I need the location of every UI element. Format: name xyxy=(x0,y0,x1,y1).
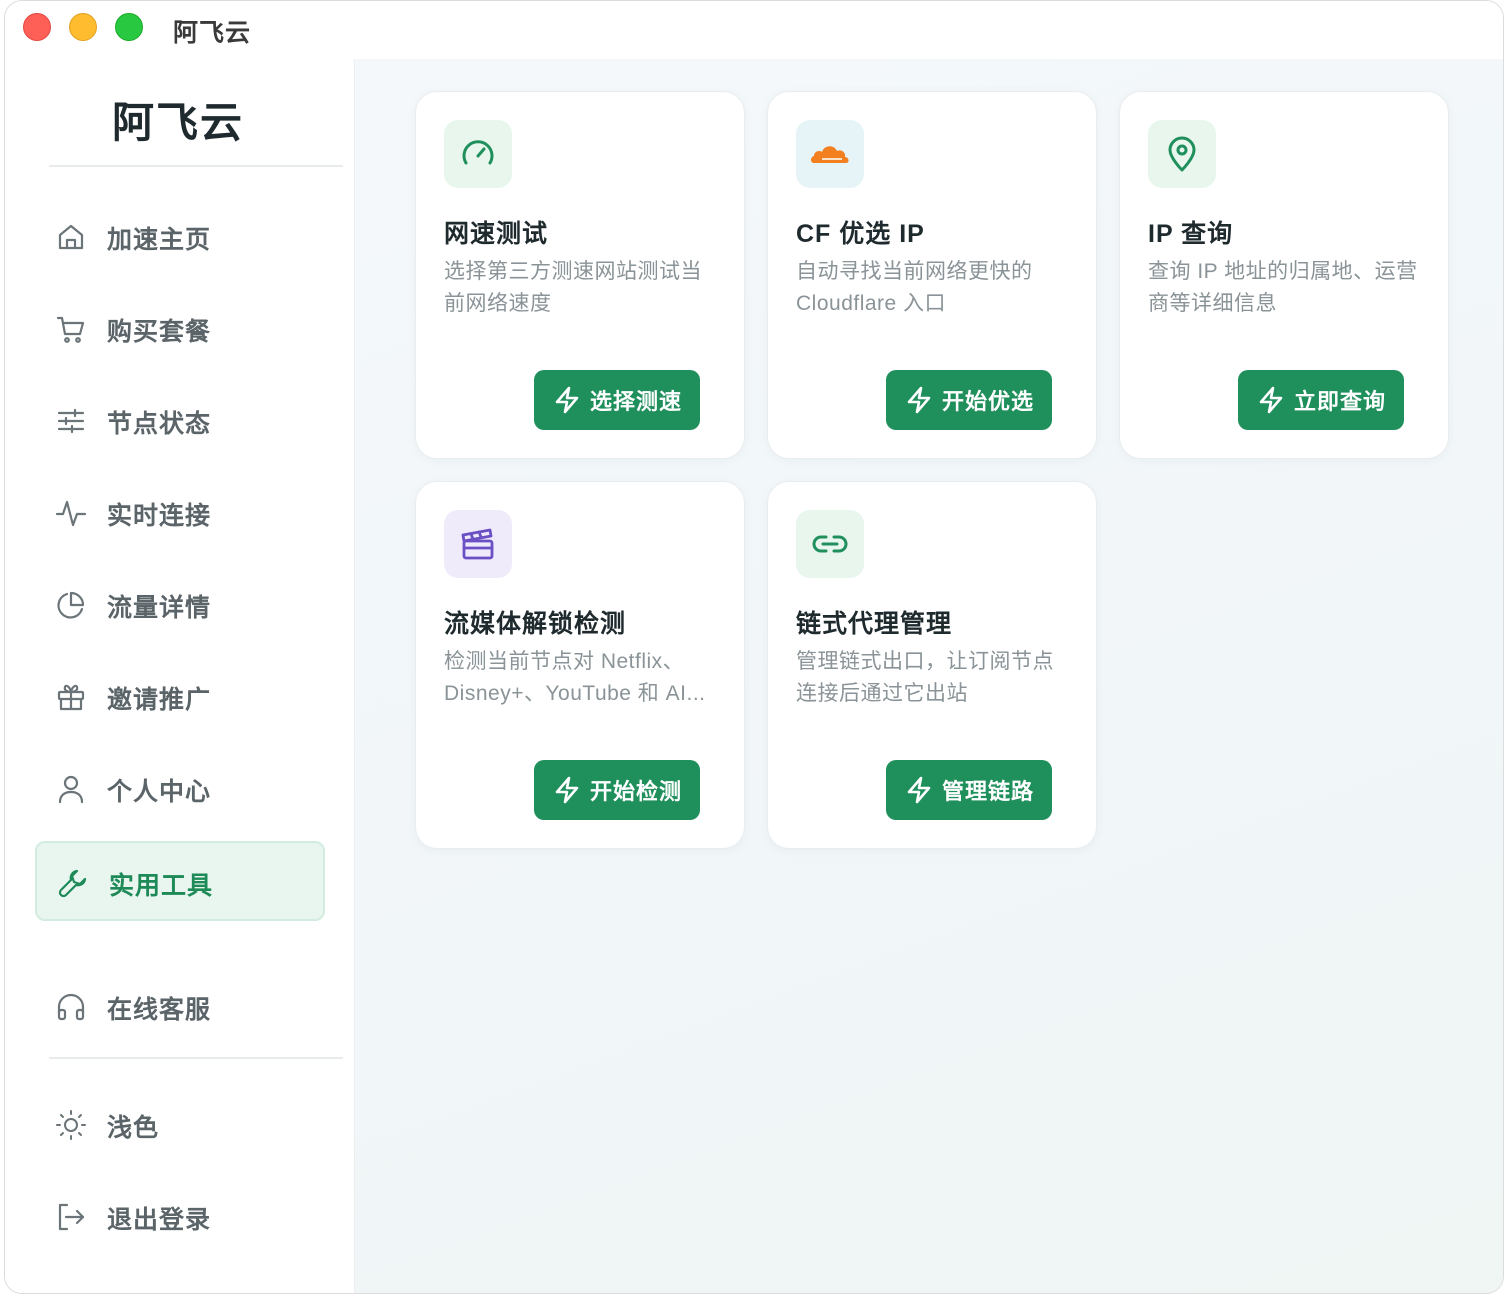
tool-title: CF 优选 IP xyxy=(796,220,925,248)
title-bar: 阿飞云 xyxy=(5,1,1503,59)
ip-lookup-button[interactable]: 立即查询 xyxy=(1238,370,1404,430)
tool-icon-box xyxy=(1148,120,1216,188)
tool-title: 流媒体解锁检测 xyxy=(444,610,627,638)
button-label: 开始检测 xyxy=(589,779,682,804)
close-window-button[interactable] xyxy=(23,13,51,41)
sliders-icon xyxy=(57,408,85,434)
wrench-icon xyxy=(58,869,87,898)
user-icon xyxy=(58,775,84,804)
sidebar-item-label: 实用工具 xyxy=(109,872,214,900)
tool-icon-box xyxy=(444,510,512,578)
tool-title: 网速测试 xyxy=(444,220,549,248)
tool-card-chain-proxy: 链式代理管理 管理链式出口，让订阅节点连接后通过它出站 管理链路 xyxy=(767,481,1097,849)
sidebar-item-home[interactable]: 加速主页 xyxy=(35,197,325,277)
tool-description: 选择第三方测速网站测试当前网络速度 xyxy=(444,260,702,315)
sidebar-item-support[interactable]: 在线客服 xyxy=(35,967,325,1047)
sidebar-item-live-connections[interactable]: 实时连接 xyxy=(35,473,325,553)
tool-title: IP 查询 xyxy=(1148,220,1234,248)
sidebar-item-label: 在线客服 xyxy=(107,996,212,1024)
bolt-icon xyxy=(555,776,579,804)
tool-card-speed-test: 网速测试 选择第三方测速网站测试当前网络速度 选择测速 xyxy=(415,91,745,459)
sidebar-item-traffic-details[interactable]: 流量详情 xyxy=(35,565,325,645)
sidebar-item-label: 节点状态 xyxy=(107,410,212,438)
logout-button[interactable]: 退出登录 xyxy=(35,1177,325,1257)
sidebar-item-label: 邀请推广 xyxy=(107,686,212,714)
main-content: 网速测试 选择第三方测速网站测试当前网络速度 选择测速 CF 优选 IP 自动寻… xyxy=(355,59,1503,1293)
tool-icon-box xyxy=(444,120,512,188)
tool-icon-box xyxy=(796,510,864,578)
sidebar-item-buy-plan[interactable]: 购买套餐 xyxy=(35,289,325,369)
start-detection-button[interactable]: 开始检测 xyxy=(534,760,700,820)
sun-icon xyxy=(56,1110,86,1140)
sidebar-item-tools[interactable]: 实用工具 xyxy=(35,841,325,921)
button-label: 选择测速 xyxy=(589,389,682,414)
pie-chart-icon xyxy=(57,591,85,619)
cloudflare-icon xyxy=(811,146,849,163)
sidebar-item-label: 个人中心 xyxy=(107,778,212,806)
tool-description: 自动寻找当前网络更快的 Cloudflare 入口 xyxy=(796,260,1033,315)
sidebar-item-node-status[interactable]: 节点状态 xyxy=(35,381,325,461)
sidebar-item-profile[interactable]: 个人中心 xyxy=(35,749,325,829)
activity-icon xyxy=(55,500,87,527)
sidebar-item-label: 购买套餐 xyxy=(107,318,212,346)
app-window: 阿飞云 阿飞云 加速主页 购买套餐 节点状态 实时连接 流量详情 邀请推广 个人… xyxy=(4,0,1504,1294)
sidebar-item-label: 浅色 xyxy=(107,1114,160,1142)
button-label: 开始优选 xyxy=(941,389,1034,414)
start-cf-optimize-button[interactable]: 开始优选 xyxy=(886,370,1052,430)
brand-title: 阿飞云 xyxy=(111,99,244,146)
sidebar: 阿飞云 加速主页 购买套餐 节点状态 实时连接 流量详情 邀请推广 个人中心 实… xyxy=(5,59,355,1293)
manage-chain-button[interactable]: 管理链路 xyxy=(886,760,1052,820)
tool-card-cf-ip: CF 优选 IP 自动寻找当前网络更快的 Cloudflare 入口 开始优选 xyxy=(767,91,1097,459)
tool-card-ip-lookup: IP 查询 查询 IP 地址的归属地、运营商等详细信息 立即查询 xyxy=(1119,91,1449,459)
speedometer-icon xyxy=(462,140,494,165)
map-pin-icon xyxy=(1168,136,1196,172)
gift-icon xyxy=(57,684,85,711)
tool-description: 检测当前节点对 Netflix、Disney+、YouTube 和 AI... xyxy=(444,650,706,705)
bolt-icon xyxy=(907,776,931,804)
tool-description: 管理链式出口，让订阅节点连接后通过它出站 xyxy=(796,650,1054,705)
bolt-icon xyxy=(907,386,931,414)
headphones-icon xyxy=(57,993,85,1021)
sidebar-item-label: 加速主页 xyxy=(107,226,212,254)
bolt-icon xyxy=(1259,386,1283,414)
theme-toggle[interactable]: 浅色 xyxy=(35,1085,325,1165)
home-icon xyxy=(58,224,84,250)
sidebar-item-label: 实时连接 xyxy=(107,502,212,530)
cart-icon xyxy=(56,316,85,343)
tool-card-streaming-unlock: 流媒体解锁检测 检测当前节点对 Netflix、Disney+、YouTube … xyxy=(415,481,745,849)
button-label: 管理链路 xyxy=(941,779,1034,804)
clapperboard-icon xyxy=(461,528,494,560)
sidebar-divider xyxy=(49,165,343,167)
maximize-window-button[interactable] xyxy=(115,13,143,41)
bolt-icon xyxy=(555,386,579,414)
tool-icon-box xyxy=(796,120,864,188)
button-label: 立即查询 xyxy=(1293,389,1386,414)
sidebar-item-label: 流量详情 xyxy=(107,594,212,622)
minimize-window-button[interactable] xyxy=(69,13,97,41)
window-title: 阿飞云 xyxy=(173,19,252,47)
sidebar-item-referral[interactable]: 邀请推广 xyxy=(35,657,325,737)
logout-icon xyxy=(58,1203,85,1231)
select-speedtest-button[interactable]: 选择测速 xyxy=(534,370,700,430)
sidebar-item-label: 退出登录 xyxy=(107,1206,212,1234)
link-icon xyxy=(812,535,848,553)
tool-title: 链式代理管理 xyxy=(796,610,953,638)
tool-description: 查询 IP 地址的归属地、运营商等详细信息 xyxy=(1148,260,1418,315)
sidebar-divider xyxy=(49,1057,343,1059)
